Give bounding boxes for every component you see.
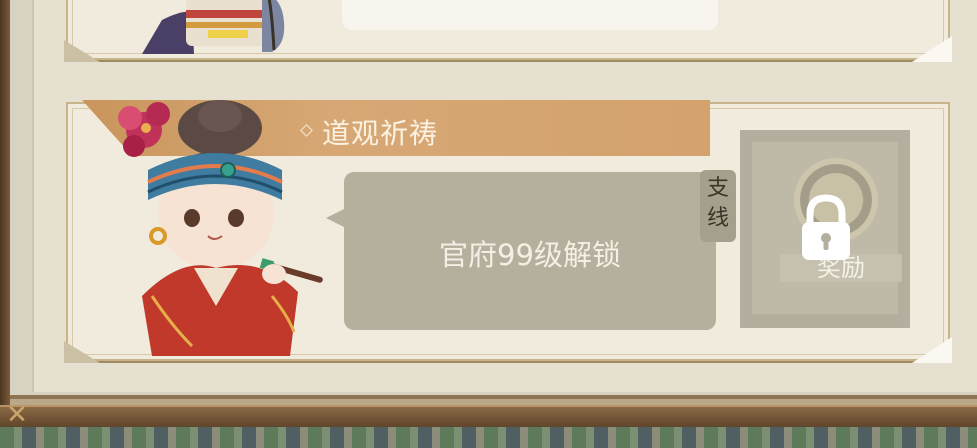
lock-icon — [802, 194, 850, 260]
reward-slot-locked[interactable]: 奖励 — [740, 130, 910, 328]
speech-bubble-previous — [342, 0, 718, 30]
quest-card-daoguan[interactable]: 道观祈祷 官府99级解锁 支 线 奖励 — [64, 100, 952, 363]
card-fold-left — [64, 341, 100, 363]
side-quest-tag: 支 线 — [700, 170, 736, 242]
unlock-speech-bubble: 官府99级解锁 — [344, 172, 716, 330]
card-fold-left — [64, 40, 100, 62]
side-quest-tag-line2: 线 — [706, 206, 729, 231]
speech-bubble-tail — [326, 208, 346, 228]
panel-bottom-bar — [0, 405, 977, 429]
background-scenery — [0, 427, 977, 448]
corner-knot-icon: ✕ — [6, 400, 28, 430]
unlock-requirement-text: 官府99级解锁 — [439, 238, 621, 272]
side-quest-tag-line1: 支 — [706, 176, 729, 201]
card-fold-right — [912, 337, 952, 363]
character-portrait-previous — [142, 0, 285, 54]
quest-card-previous[interactable] — [64, 0, 952, 62]
card-fold-right — [912, 36, 952, 62]
character-portrait — [118, 100, 323, 356]
window-frame: ✕ 道观祈祷 官府99级解锁 支 线 奖励 — [0, 0, 977, 448]
